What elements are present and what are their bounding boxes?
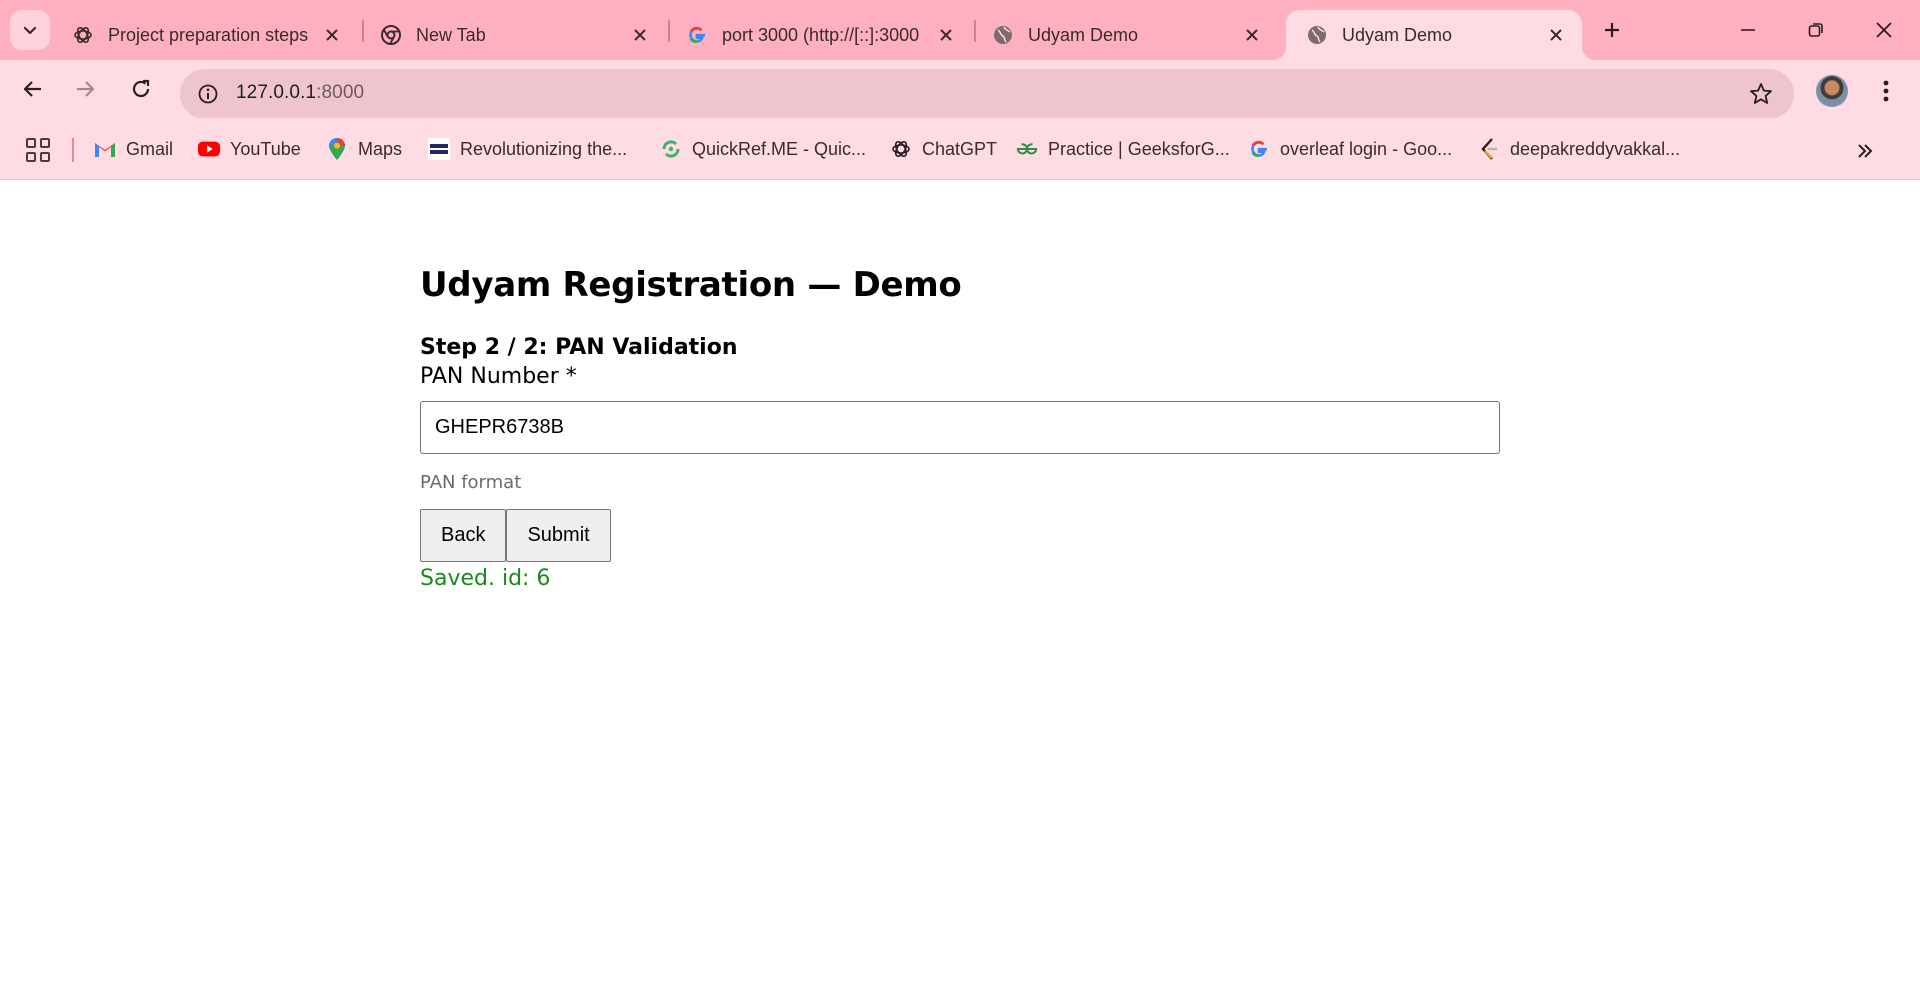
nxtwave-icon bbox=[428, 138, 450, 160]
bookmark-label: Revolutionizing the... bbox=[460, 138, 628, 159]
bookmark-chatgpt[interactable]: ChatGPT bbox=[890, 134, 997, 164]
globe-icon bbox=[992, 24, 1014, 46]
bookmarks-bar: Gmail YouTube Maps Revolutionizing the..… bbox=[0, 118, 1920, 180]
bookmark-label: overleaf login - Goo... bbox=[1280, 138, 1453, 159]
new-tab-button[interactable] bbox=[1594, 12, 1630, 48]
quickref-icon bbox=[660, 138, 682, 160]
bookmark-deepakreddyvakkal[interactable]: deepakreddyvakkal... bbox=[1478, 134, 1680, 164]
bookmark-maps[interactable]: Maps bbox=[326, 134, 402, 164]
bookmark-label: Gmail bbox=[126, 138, 174, 159]
google-icon bbox=[1248, 138, 1270, 160]
bookmark-geeksforgeeks[interactable]: Practice | GeeksforG... bbox=[1016, 134, 1230, 164]
forward-nav-button[interactable] bbox=[66, 70, 104, 108]
tab-title: Udyam Demo bbox=[1342, 24, 1453, 45]
page-viewport: Udyam Registration — Demo Step 2 / 2: PA… bbox=[0, 181, 1920, 1008]
google-icon bbox=[686, 24, 708, 46]
url-text[interactable]: 127.0.0.1:8000 bbox=[236, 82, 364, 104]
pan-number-input[interactable] bbox=[420, 401, 1500, 454]
tab-title: port 3000 (http://[::]:3000 bbox=[722, 24, 920, 45]
bookmark-label: Maps bbox=[358, 138, 403, 159]
bookmark-label: ChatGPT bbox=[922, 138, 998, 159]
url-port: :8000 bbox=[316, 82, 365, 103]
close-icon[interactable] bbox=[934, 23, 958, 47]
close-icon[interactable] bbox=[628, 23, 652, 47]
tab-title: New Tab bbox=[416, 24, 486, 45]
pan-number-label: PAN Number * bbox=[420, 364, 577, 389]
bookmark-label: deepakreddyvakkal... bbox=[1510, 138, 1681, 159]
bookmark-gmail[interactable]: Gmail bbox=[94, 134, 173, 164]
back-nav-button[interactable] bbox=[14, 70, 52, 108]
bookmark-label: QuickRef.ME - Quic... bbox=[692, 138, 867, 159]
url-host: 127.0.0.1 bbox=[236, 82, 317, 103]
arrow-right-icon bbox=[77, 81, 95, 97]
bookmark-quickref[interactable]: QuickRef.ME - Quic... bbox=[660, 134, 866, 164]
tab-search-button[interactable] bbox=[10, 10, 50, 50]
minimize-icon bbox=[1741, 29, 1755, 31]
chatgpt-icon bbox=[890, 138, 912, 160]
bookmark-star-icon[interactable] bbox=[1748, 81, 1774, 107]
pan-format-hint: PAN format bbox=[420, 472, 522, 493]
plus-icon bbox=[1605, 23, 1619, 37]
reload-icon bbox=[132, 79, 150, 98]
tab-title: Udyam Demo bbox=[1028, 24, 1139, 45]
tab-new-tab[interactable]: New Tab bbox=[360, 10, 666, 60]
close-icon[interactable] bbox=[320, 23, 344, 47]
chatgpt-icon bbox=[72, 24, 94, 46]
form-actions: Back Submit bbox=[420, 509, 1500, 562]
submit-button[interactable]: Submit bbox=[506, 509, 611, 562]
reload-button[interactable] bbox=[122, 70, 160, 108]
close-window-button[interactable] bbox=[1850, 0, 1918, 60]
bookmark-label: YouTube bbox=[230, 138, 301, 159]
bookmark-youtube[interactable]: YouTube bbox=[198, 134, 301, 164]
browser-toolbar: 127.0.0.1:8000 bbox=[0, 60, 1920, 119]
minimize-button[interactable] bbox=[1714, 0, 1782, 60]
tab-udyam-demo-active[interactable]: Udyam Demo bbox=[1272, 10, 1596, 60]
geeksforgeeks-icon bbox=[1016, 138, 1038, 160]
tab-udyam-demo[interactable]: Udyam Demo bbox=[972, 10, 1278, 60]
step-heading: Step 2 / 2: PAN Validation bbox=[420, 335, 738, 360]
maps-icon bbox=[326, 138, 348, 160]
apps-grid-icon[interactable] bbox=[24, 136, 52, 164]
tab-strip: Project preparation steps New Tab port 3… bbox=[0, 0, 1920, 60]
tab-port-3000[interactable]: port 3000 (http://[::]:3000 bbox=[666, 10, 972, 60]
bookmark-label: Practice | GeeksforG... bbox=[1048, 138, 1230, 159]
profile-avatar[interactable] bbox=[1816, 75, 1848, 107]
globe-icon bbox=[1306, 24, 1328, 46]
back-button[interactable]: Back bbox=[420, 509, 507, 562]
bookmark-separator bbox=[72, 138, 74, 162]
chrome-icon bbox=[380, 24, 402, 46]
double-chevron-right-icon bbox=[1858, 144, 1873, 158]
menu-button[interactable] bbox=[1872, 74, 1900, 108]
save-status-message: Saved. id: 6 bbox=[420, 566, 551, 591]
close-icon[interactable] bbox=[1240, 23, 1264, 47]
tab-project-preparation[interactable]: Project preparation steps bbox=[52, 10, 358, 60]
bookmark-overleaf-login[interactable]: overleaf login - Goo... bbox=[1248, 134, 1452, 164]
arrow-left-icon bbox=[23, 81, 41, 97]
tab-title: Project preparation steps bbox=[108, 24, 309, 45]
close-icon[interactable] bbox=[1544, 23, 1568, 47]
close-icon bbox=[1876, 22, 1892, 38]
leetcode-icon bbox=[1478, 138, 1500, 160]
youtube-icon bbox=[198, 138, 220, 160]
address-bar[interactable]: 127.0.0.1:8000 bbox=[180, 69, 1794, 119]
registration-form: Udyam Registration — Demo Step 2 / 2: PA… bbox=[420, 265, 1500, 591]
more-bookmarks-button[interactable] bbox=[1850, 136, 1880, 166]
chevron-down-icon bbox=[23, 26, 37, 35]
info-icon[interactable] bbox=[192, 78, 224, 110]
restore-button[interactable] bbox=[1782, 0, 1850, 60]
page-title: Udyam Registration — Demo bbox=[420, 265, 962, 305]
bookmark-nxtwave[interactable]: Revolutionizing the... bbox=[428, 134, 627, 164]
gmail-icon bbox=[94, 138, 116, 160]
more-vertical-icon bbox=[1883, 80, 1889, 102]
restore-icon bbox=[1808, 23, 1823, 37]
